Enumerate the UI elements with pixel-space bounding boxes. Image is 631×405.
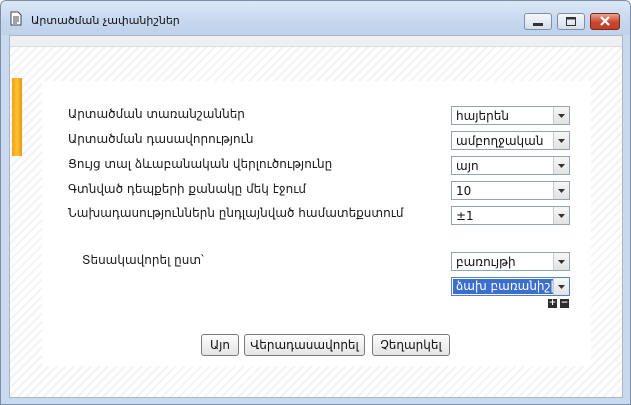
output-layout-label: Արտածման դասավորություն	[68, 132, 254, 146]
chevron-down-icon	[558, 164, 565, 168]
sort-primary-select[interactable]: բառույթի	[451, 252, 570, 271]
context-sentences-label: Նախադասություններն ընդլայնված համատեքստո…	[68, 206, 404, 220]
context-sentences-value: ±1	[456, 209, 474, 223]
maximize-button[interactable]	[557, 13, 585, 30]
add-sort-button[interactable]: +	[548, 299, 557, 308]
dialog-content: Արտածման տառանշաններ հայերեն Արտածման դա…	[9, 35, 623, 398]
chevron-down-icon	[558, 260, 565, 264]
options-panel: Արտածման տառանշաններ հայերեն Արտածման դա…	[42, 81, 591, 366]
output-layout-select[interactable]: ամբողջական	[451, 131, 570, 150]
sort-by-label: Տեսակավորել ըստ՝	[82, 253, 204, 267]
output-script-value: հայերեն	[456, 109, 509, 123]
close-icon	[600, 16, 610, 26]
chevron-down-icon	[558, 214, 565, 218]
document-icon	[10, 11, 22, 26]
reset-button[interactable]: Վերադասավորել	[244, 334, 365, 356]
results-per-page-value: 10	[456, 184, 472, 198]
remove-sort-button[interactable]: −	[560, 299, 569, 308]
sort-primary-value: բառույթի	[456, 255, 516, 269]
chevron-down-icon	[558, 114, 565, 118]
chevron-down-icon	[558, 189, 565, 193]
dialog-window: Արտածման չափանիշներ Արտածման տառանշաններ	[0, 0, 631, 405]
sort-secondary-select[interactable]: ձախ բառանիշի	[451, 277, 570, 296]
results-per-page-select[interactable]: 10	[451, 181, 570, 200]
close-button[interactable]	[590, 13, 620, 30]
chevron-down-icon	[558, 285, 565, 289]
window-title: Արտածման չափանիշներ	[31, 14, 180, 27]
show-morphology-value: այո	[456, 159, 479, 173]
show-morphology-label: Ցույց տալ ձևաբանական վերլուծությունը	[68, 157, 333, 171]
chevron-down-icon	[558, 139, 565, 143]
results-per-page-label: Գտնված դեպքերի քանակը մեկ էջում	[68, 182, 307, 196]
sort-secondary-value: ձախ բառանիշի	[453, 279, 562, 294]
output-layout-value: ամբողջական	[456, 134, 544, 148]
top-strip	[10, 36, 622, 47]
title-bar[interactable]: Արտածման չափանիշներ	[1, 1, 630, 35]
ok-button[interactable]: Այո	[201, 334, 239, 356]
side-tab-accent	[12, 78, 22, 156]
minimize-icon	[533, 23, 543, 26]
context-sentences-select[interactable]: ±1	[451, 206, 570, 225]
output-script-select[interactable]: հայերեն	[451, 106, 570, 125]
show-morphology-select[interactable]: այո	[451, 156, 570, 175]
maximize-icon	[566, 17, 576, 26]
output-script-label: Արտածման տառանշաններ	[68, 107, 245, 121]
cancel-button[interactable]: Չեղարկել	[372, 334, 450, 356]
minimize-button[interactable]	[524, 13, 552, 30]
